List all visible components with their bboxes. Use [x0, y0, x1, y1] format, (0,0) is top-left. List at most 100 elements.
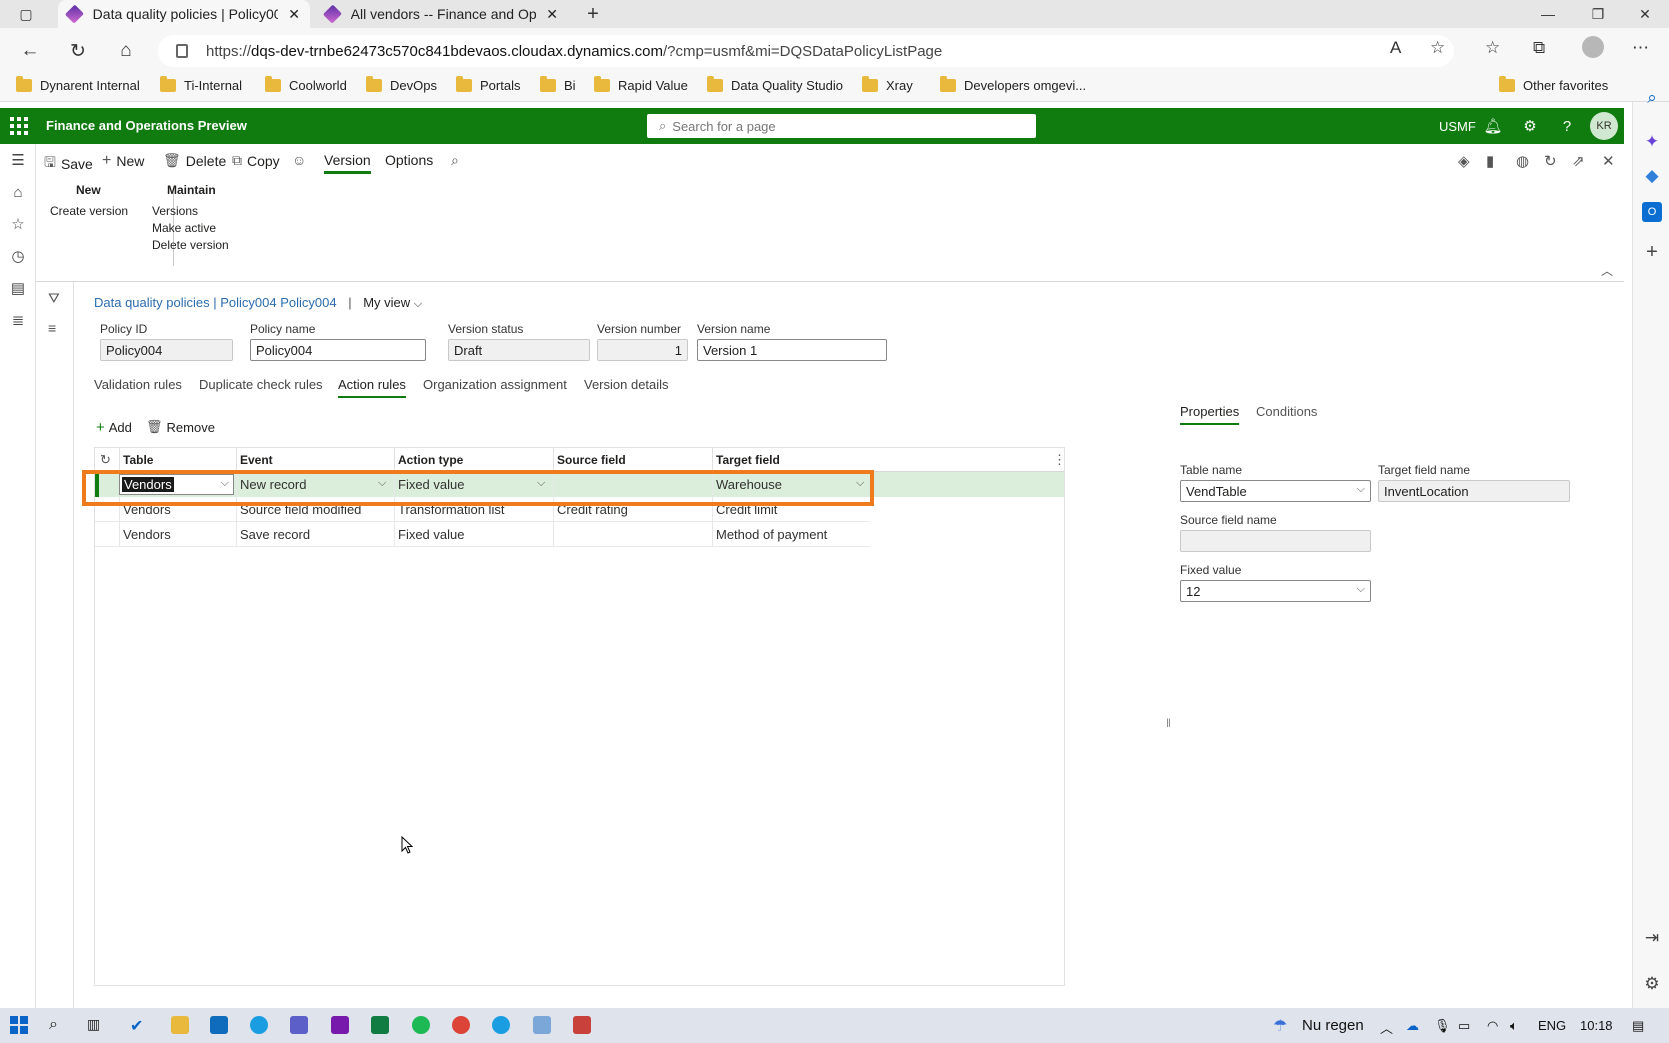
close-tab-icon[interactable]: ✕ [546, 6, 558, 23]
favorite-folder[interactable]: Developers omgevi... [940, 76, 1086, 93]
feedback-smiley-icon[interactable]: ☺ [292, 152, 311, 168]
notifications-bell-icon[interactable]: 🔔︎ [1483, 116, 1503, 136]
browser-tab[interactable]: All vendors -- Finance and Opera ✕ [316, 0, 568, 28]
policy-name-input[interactable]: Policy004 [250, 339, 426, 361]
restore-button[interactable]: ❐ [1573, 0, 1623, 28]
view-selector[interactable]: My view ⌵ [363, 295, 422, 310]
snip-app-icon[interactable] [573, 1016, 591, 1034]
avatar[interactable]: KR [1590, 112, 1618, 140]
tab-properties[interactable]: Properties [1180, 404, 1240, 425]
grid-options-icon[interactable]: ⋮ [1053, 452, 1066, 468]
search-icon[interactable]: ⌕ [1642, 88, 1662, 108]
create-version-button[interactable]: Create version [50, 204, 128, 218]
delete-version-button[interactable]: Delete version [152, 238, 229, 252]
versions-button[interactable]: Versions [152, 204, 198, 218]
column-header-source-field[interactable]: Source field [557, 453, 626, 467]
outlook-app-icon[interactable] [210, 1016, 228, 1034]
minimize-button[interactable]: — [1523, 0, 1573, 28]
language-indicator[interactable]: ENG [1538, 1018, 1566, 1033]
refresh-icon[interactable]: ↻ [1544, 152, 1557, 170]
more-menu-icon[interactable]: ⋯ [1632, 38, 1649, 58]
remove-button[interactable]: 🗑︎ Remove [146, 419, 215, 435]
hide-sidebar-icon[interactable]: ⇥ [1642, 928, 1662, 948]
volume-icon[interactable]: 🔈︎ [1510, 1018, 1518, 1034]
close-window-button[interactable]: ✕ [1620, 0, 1669, 28]
tab-action-rules[interactable]: Action rules [338, 377, 406, 398]
add-tool-icon[interactable]: + [1642, 241, 1662, 263]
tab-options[interactable]: Options [385, 152, 433, 168]
settings-gear-icon[interactable]: ⚙ [1642, 974, 1662, 994]
wifi-icon[interactable]: ◠ [1487, 1018, 1498, 1034]
search-icon[interactable]: ⌕ [49, 1016, 67, 1034]
excel-app-icon[interactable] [371, 1016, 389, 1034]
help-icon[interactable]: ? [1557, 116, 1577, 136]
column-header-table[interactable]: Table [123, 453, 153, 467]
version-status-input[interactable]: Draft [448, 339, 590, 361]
add-favorite-icon[interactable]: ☆ [1430, 38, 1445, 58]
tab-validation-rules[interactable]: Validation rules [94, 377, 182, 392]
grid-refresh-icon[interactable]: ↻ [100, 452, 111, 468]
settings-gear-icon[interactable]: ⚙ [1520, 116, 1540, 136]
version-name-input[interactable]: Version 1 [697, 339, 887, 361]
save-button[interactable]: 🖫︎ Save [44, 152, 93, 176]
url-field[interactable]: https://dqs-dev-trnbe62473c570c841bdevao… [158, 35, 1454, 67]
company-picker[interactable]: USMF [1439, 119, 1476, 134]
policy-id-input[interactable]: Policy004 [100, 339, 233, 361]
open-new-window-icon[interactable]: ⇗ [1572, 152, 1585, 170]
teams-app-icon[interactable] [290, 1016, 308, 1034]
fixed-value-select[interactable]: 12 ⌵ [1180, 580, 1371, 602]
tab-duplicate-check-rules[interactable]: Duplicate check rules [199, 377, 323, 392]
tab-actions-icon[interactable]: ▢ [2, 0, 50, 28]
filter-icon[interactable]: ⛛ [48, 290, 60, 307]
home-button[interactable]: ⌂ [112, 38, 140, 64]
action-type-cell[interactable]: Fixed value [398, 527, 464, 542]
edge-app-icon[interactable] [250, 1016, 268, 1034]
new-button[interactable]: + New [102, 152, 144, 170]
refresh-button[interactable]: ↻ [64, 38, 92, 64]
table-name-select[interactable]: VendTable ⌵ [1180, 480, 1371, 502]
favorite-folder[interactable]: Xray [862, 76, 913, 93]
event-cell[interactable]: Save record [240, 527, 310, 542]
clock[interactable]: 10:18 [1580, 1018, 1613, 1033]
favorites-star-icon[interactable]: ☆ [8, 214, 28, 234]
hamburger-menu-icon[interactable]: ☰ [8, 150, 28, 170]
favorites-icon[interactable]: ☆ [1485, 38, 1500, 58]
chrome-app-icon[interactable] [452, 1016, 470, 1034]
collapse-action-pane-icon[interactable]: ︿ [1601, 262, 1613, 279]
version-number-input[interactable]: 1 [597, 339, 688, 361]
read-aloud-icon[interactable]: A [1390, 38, 1401, 58]
office-integration-icon[interactable]: ▮ [1486, 152, 1494, 170]
onenote-app-icon[interactable] [331, 1016, 349, 1034]
column-header-event[interactable]: Event [240, 453, 273, 467]
favorite-folder[interactable]: Dynarent Internal [16, 76, 140, 93]
home-icon[interactable]: ⌂ [8, 182, 28, 202]
todo-app-icon[interactable]: ✔ [130, 1016, 148, 1035]
copy-button[interactable]: ⧉ Copy [232, 152, 280, 169]
task-view-icon[interactable]: ▥ [87, 1016, 105, 1034]
notes-app-icon[interactable] [533, 1016, 551, 1034]
table-row[interactable]: Vendors Save record Fixed value Method o… [95, 522, 1064, 547]
profile-icon[interactable] [1582, 36, 1604, 58]
file-explorer-icon[interactable] [171, 1016, 189, 1034]
chevron-up-icon[interactable]: ︿ [1380, 1018, 1393, 1037]
search-input[interactable]: ⌕ Search for a page [647, 114, 1036, 138]
delete-button[interactable]: 🗑︎ Delete [163, 152, 226, 169]
pane-splitter[interactable]: ‖ [1166, 716, 1171, 730]
battery-icon[interactable]: ▭ [1458, 1018, 1470, 1034]
favorite-folder[interactable]: Portals [456, 76, 520, 93]
target-field-name-input[interactable]: InventLocation [1378, 480, 1570, 502]
collections-icon[interactable]: ⧉ [1533, 38, 1545, 58]
favorite-folder[interactable]: Rapid Value [594, 76, 688, 93]
spotify-app-icon[interactable] [412, 1016, 430, 1034]
app-launcher-icon[interactable] [10, 117, 28, 135]
recent-clock-icon[interactable]: ◷ [8, 246, 28, 266]
close-page-icon[interactable]: ✕ [1602, 152, 1615, 170]
tab-version-details[interactable]: Version details [584, 377, 669, 392]
favorite-folder[interactable]: Ti-Internal [160, 76, 242, 93]
tab-version[interactable]: Version [324, 152, 371, 174]
tab-organization-assignment[interactable]: Organization assignment [423, 377, 567, 392]
attachments-icon[interactable]: ◍ [1516, 152, 1529, 170]
browser-tab-active[interactable]: Data quality policies | Policy004 P ✕ [58, 0, 310, 28]
action-search-icon[interactable]: ⌕ [451, 152, 464, 169]
favorite-folder[interactable]: Bi [540, 76, 576, 93]
